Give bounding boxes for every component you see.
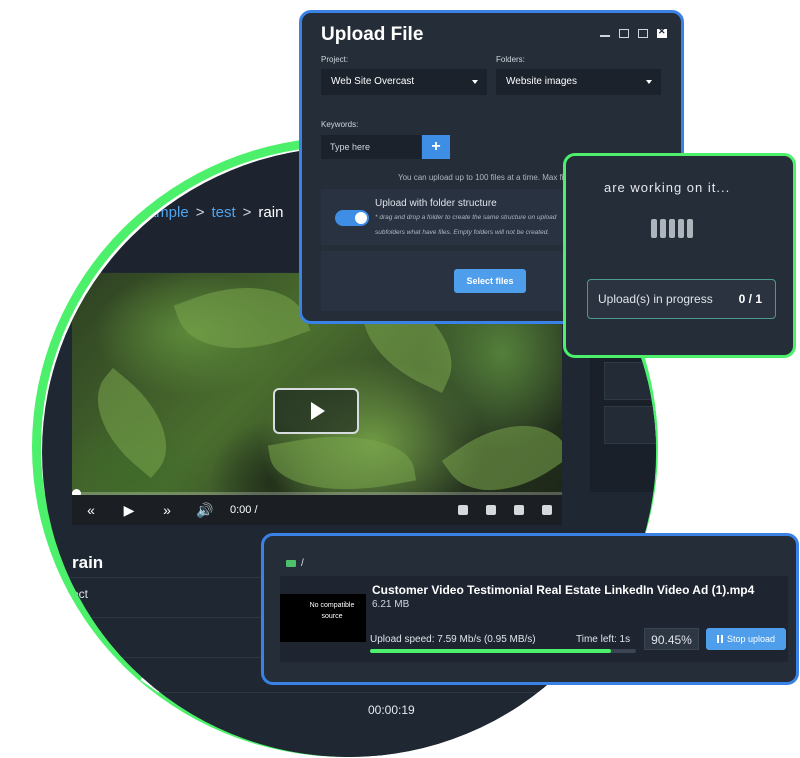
select-files-button[interactable]: Select files bbox=[454, 269, 526, 293]
big-play-button[interactable] bbox=[273, 388, 359, 434]
breadcrumb-item[interactable]: test bbox=[211, 204, 235, 221]
pause-icon bbox=[716, 635, 723, 643]
side-panel-box bbox=[604, 362, 656, 400]
side-panel-box bbox=[604, 406, 656, 444]
close-icon[interactable] bbox=[657, 26, 667, 38]
captions-icon[interactable] bbox=[514, 505, 524, 515]
folders-select[interactable]: Website images bbox=[496, 69, 661, 95]
window-controls bbox=[600, 26, 667, 38]
upload-path: / bbox=[286, 558, 304, 569]
breadcrumb-item[interactable]: ct Sample bbox=[122, 204, 189, 221]
upload-item: No compatible source Customer Video Test… bbox=[280, 576, 788, 662]
time-left: Time left: 1s bbox=[576, 634, 631, 645]
folder-structure-title: Upload with folder structure bbox=[375, 198, 497, 209]
video-title: rain bbox=[72, 553, 104, 572]
upload-progress-fill bbox=[370, 649, 611, 653]
player-controls: « ▶ » 🔊 0:00 / bbox=[72, 495, 562, 525]
thumbnail-text: No compatible source bbox=[309, 602, 355, 620]
upload-path-text: / bbox=[301, 558, 304, 569]
loading-icon bbox=[651, 219, 693, 238]
upload-limit-hint: You can upload up to 100 files at a time… bbox=[398, 173, 587, 182]
video-frame-leaf bbox=[74, 367, 190, 479]
upload-percent: 90.45% bbox=[644, 628, 699, 650]
breadcrumb: ct Sample > test > rain bbox=[122, 204, 283, 221]
minimize-icon[interactable] bbox=[600, 29, 610, 37]
keywords-input[interactable]: Type here bbox=[321, 135, 421, 159]
breadcrumb-separator: > bbox=[242, 204, 252, 221]
uploads-in-progress-label: Upload(s) in progress bbox=[598, 292, 713, 306]
upload-status-panel: are working on it... Upload(s) in progre… bbox=[563, 153, 796, 358]
video-thumbnail: No compatible source bbox=[280, 594, 366, 642]
fullscreen-icon[interactable] bbox=[542, 505, 552, 515]
fast-forward-icon[interactable]: » bbox=[148, 502, 186, 518]
folder-structure-toggle[interactable] bbox=[335, 210, 369, 226]
rewind-icon[interactable]: « bbox=[72, 502, 110, 518]
restore-icon[interactable] bbox=[619, 29, 629, 38]
play-icon bbox=[311, 402, 325, 420]
uploads-in-progress-count: 0 / 1 bbox=[738, 292, 762, 306]
breadcrumb-separator: > bbox=[195, 204, 205, 221]
video-project: ect bbox=[72, 587, 89, 601]
time-display: 0:00 / bbox=[230, 504, 258, 516]
uploads-in-progress: Upload(s) in progress 0 / 1 bbox=[587, 279, 776, 319]
video-frame-leaf bbox=[173, 273, 311, 372]
folders-select-value: Website images bbox=[506, 76, 577, 87]
upload-speed: Upload speed: 7.59 Mb/s (0.95 MB/s) bbox=[370, 634, 536, 645]
video-duration: 00:00:19 bbox=[368, 703, 415, 717]
play-icon[interactable]: ▶ bbox=[110, 502, 148, 519]
project-select[interactable]: Web Site Overcast bbox=[321, 69, 487, 95]
keywords-label: Keywords: bbox=[321, 120, 359, 129]
folder-structure-description: subfolders what have files. Empty folder… bbox=[375, 229, 550, 236]
add-keyword-button[interactable]: + bbox=[422, 135, 450, 159]
settings-icon[interactable] bbox=[458, 505, 468, 515]
window-title: Upload File bbox=[321, 24, 424, 45]
upload-progress-panel: / No compatible source Customer Video Te… bbox=[261, 533, 799, 685]
folders-label: Folders: bbox=[496, 55, 525, 64]
working-message: are working on it... bbox=[604, 180, 731, 195]
file-name: Customer Video Testimonial Real Estate L… bbox=[372, 583, 755, 597]
breadcrumb-current: rain bbox=[258, 204, 284, 221]
stop-upload-label: Stop upload bbox=[726, 634, 776, 644]
folder-icon bbox=[286, 559, 296, 567]
project-select-value: Web Site Overcast bbox=[331, 76, 415, 87]
maximize-icon[interactable] bbox=[638, 29, 648, 38]
upload-progress-bar bbox=[370, 649, 636, 653]
folder-structure-description: * drag and drop a folder to create the s… bbox=[375, 214, 557, 221]
stop-upload-button[interactable]: Stop upload bbox=[706, 628, 786, 650]
divider bbox=[42, 692, 656, 693]
volume-icon[interactable]: 🔊 bbox=[186, 502, 224, 519]
project-label: Project: bbox=[321, 55, 349, 64]
chevron-down-icon bbox=[472, 80, 478, 84]
file-size: 6.21 MB bbox=[372, 599, 410, 610]
share-icon[interactable] bbox=[486, 505, 496, 515]
chevron-down-icon bbox=[646, 80, 652, 84]
